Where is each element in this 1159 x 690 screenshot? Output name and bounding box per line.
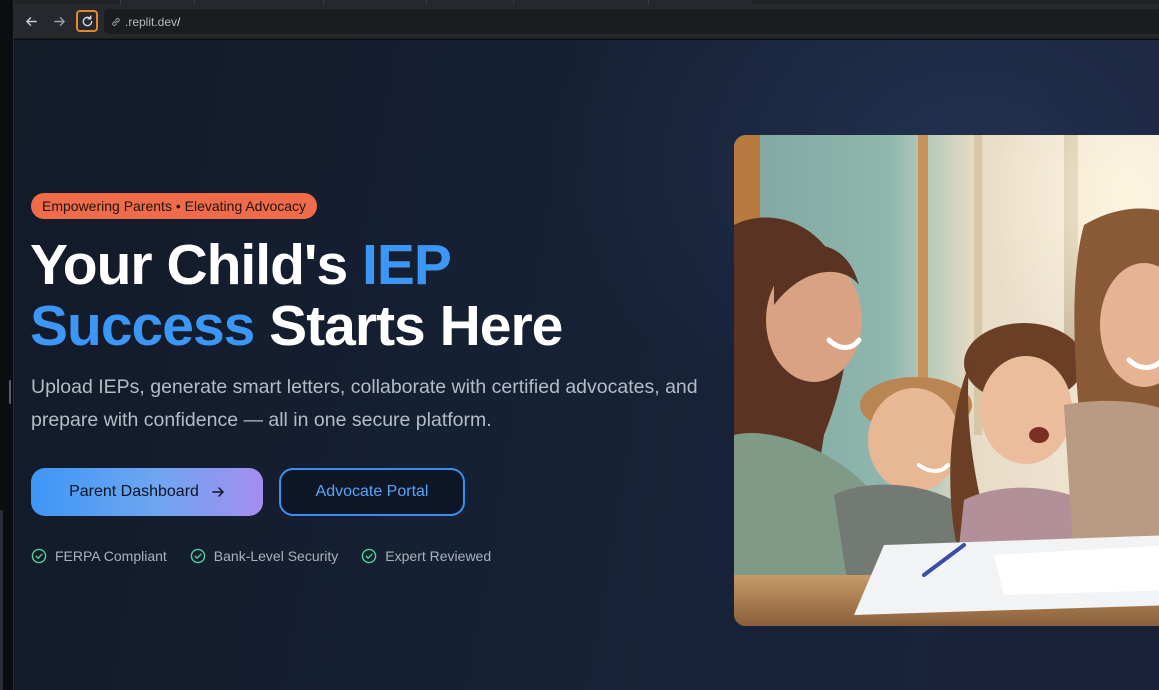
check-circle-icon (31, 548, 47, 564)
trust-item-ferpa: FERPA Compliant (31, 548, 167, 564)
resize-handle[interactable] (9, 380, 11, 404)
headline-text: Starts Here (254, 294, 563, 358)
hero-image (734, 135, 1159, 626)
tagline-badge: Empowering Parents • Elevating Advocacy (31, 193, 318, 219)
reload-icon (82, 14, 92, 26)
hero-headline: Your Child's IEP Success Starts Here (30, 235, 690, 357)
headline-accent-text: IEP (362, 233, 452, 297)
adjacent-window-panel (0, 510, 3, 690)
trust-item-expert: Expert Reviewed (361, 548, 491, 564)
back-button[interactable] (20, 10, 42, 32)
arrow-left-icon (25, 16, 37, 26)
browser-toolbar: .replit.dev / (14, 4, 1159, 39)
advocate-portal-button[interactable]: Advocate Portal (279, 468, 465, 516)
trust-label: Expert Reviewed (385, 548, 492, 564)
advocate-portal-label: Advocate Portal (315, 483, 429, 500)
app-window: .replit.dev / Empowering Parents • Elevat… (0, 0, 1159, 690)
parent-dashboard-button[interactable]: Parent Dashboard (31, 468, 263, 516)
headline-text: Your Child's (30, 233, 363, 297)
headline-accent-text: Success (30, 294, 255, 358)
parent-dashboard-label: Parent Dashboard (69, 483, 199, 500)
trust-label: Bank-Level Security (213, 548, 339, 564)
check-circle-icon (190, 548, 206, 564)
arrow-right-icon (212, 487, 224, 497)
trust-label: FERPA Compliant (55, 548, 167, 564)
hero-subtitle: Upload IEPs, generate smart letters, col… (31, 376, 698, 431)
trust-item-security: Bank-Level Security (190, 548, 339, 564)
link-icon (112, 17, 120, 26)
check-circle-icon (361, 548, 377, 564)
trust-indicators: FERPA Compliant Bank-Level Security Expe… (31, 548, 491, 564)
url-text: .replit.dev (125, 14, 178, 29)
hero-section: Empowering Parents • Elevating Advocacy … (14, 40, 1159, 690)
reload-button[interactable] (76, 10, 98, 32)
arrow-right-icon (53, 16, 65, 26)
adjacent-window-edge (0, 0, 14, 690)
family-illustration (734, 135, 1159, 626)
url-text-cursor: / (177, 14, 181, 29)
forward-button[interactable] (48, 10, 70, 32)
address-bar[interactable]: .replit.dev / (104, 9, 1159, 34)
